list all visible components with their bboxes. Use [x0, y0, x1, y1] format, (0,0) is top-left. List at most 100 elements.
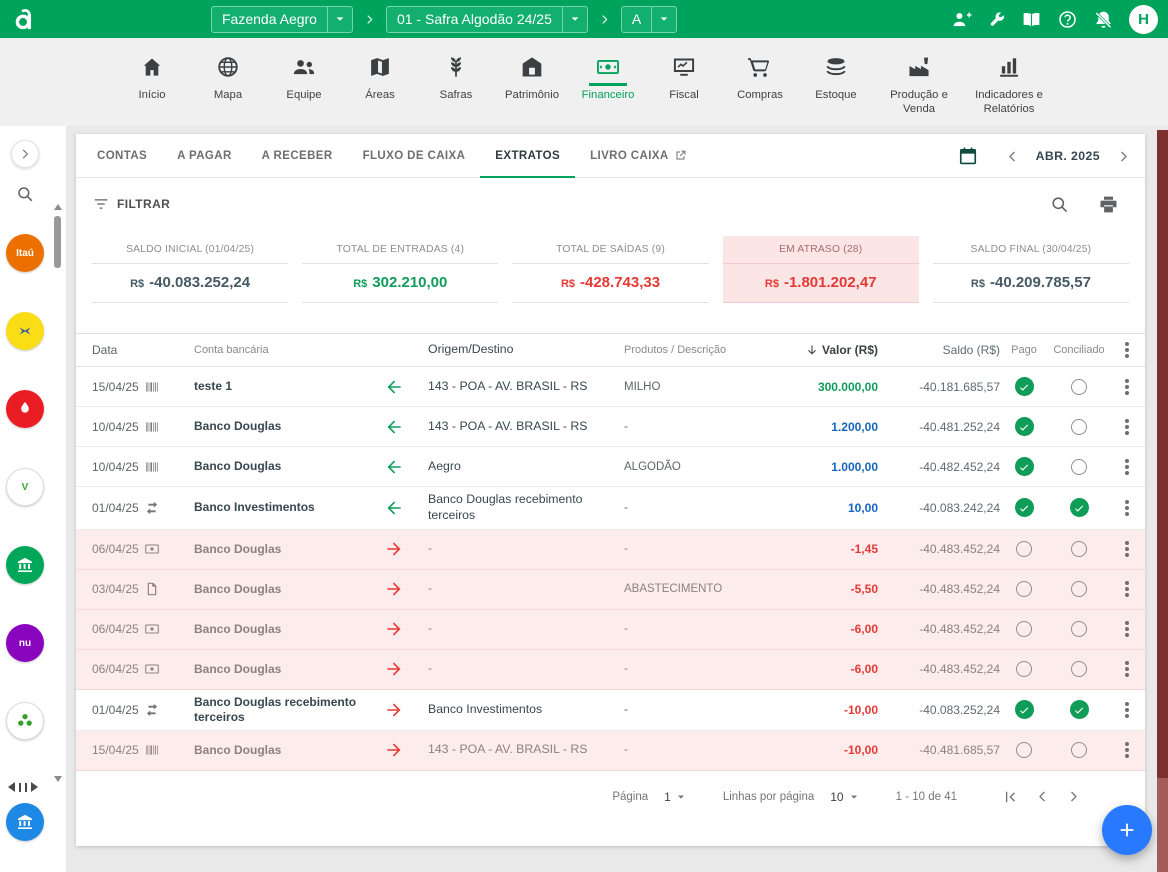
caret-down-icon[interactable] [562, 7, 587, 32]
row-menu-button[interactable] [1110, 492, 1144, 524]
previous-page-button[interactable] [1035, 789, 1050, 804]
paid-unchecked-icon[interactable] [1016, 742, 1032, 758]
paid-unchecked-icon[interactable] [1016, 661, 1032, 677]
caret-down-icon[interactable] [327, 7, 352, 32]
farm-selector[interactable]: Fazenda Aegro [211, 6, 353, 33]
bank-item-viacredi[interactable]: V [6, 468, 44, 506]
nav-item-areas[interactable]: Áreas [343, 51, 417, 126]
nav-item-fiscal[interactable]: Fiscal [647, 51, 721, 126]
print-button[interactable] [1098, 194, 1119, 215]
nav-item-safras[interactable]: Safras [419, 51, 493, 126]
table-row[interactable]: 01/04/25Banco InvestimentosBanco Douglas… [76, 487, 1145, 530]
tools-wrench-button[interactable] [987, 10, 1006, 29]
tab-a-pagar[interactable]: A PAGAR [162, 134, 247, 177]
paid-unchecked-icon[interactable] [1016, 621, 1032, 637]
paid-check-icon[interactable] [1015, 457, 1034, 476]
page-right-button[interactable] [31, 782, 38, 792]
paid-unchecked-icon[interactable] [1016, 541, 1032, 557]
column-header-origem[interactable]: Origem/Destino [412, 342, 624, 358]
tab-a-receber[interactable]: A RECEBER [247, 134, 348, 177]
table-row[interactable]: 10/04/25Banco DouglasAegroALGODÃO1.000,0… [76, 447, 1145, 487]
bank-item-banco-azul[interactable] [6, 803, 44, 841]
tab-livro-caixa[interactable]: LIVRO CAIXA [575, 134, 702, 177]
scroll-up-icon[interactable] [54, 204, 62, 210]
paid-unchecked-icon[interactable] [1016, 581, 1032, 597]
paid-check-icon[interactable] [1015, 377, 1034, 396]
search-button[interactable] [1049, 194, 1070, 215]
reconciled-unchecked-icon[interactable] [1071, 661, 1087, 677]
row-menu-button[interactable] [1110, 695, 1144, 725]
row-menu-button[interactable] [1110, 736, 1144, 765]
row-menu-button[interactable] [1110, 615, 1144, 644]
sort-descending-icon[interactable] [805, 343, 819, 357]
reconciled-unchecked-icon[interactable] [1071, 621, 1087, 637]
next-month-button[interactable] [1116, 149, 1131, 164]
user-avatar[interactable]: H [1129, 5, 1158, 34]
nav-item-equipe[interactable]: Equipe [267, 51, 341, 126]
knowledge-book-button[interactable] [1021, 9, 1042, 30]
bank-item-itau[interactable]: Itaú [6, 234, 44, 272]
field-selector[interactable]: A [621, 6, 677, 33]
header-menu-button[interactable] [1110, 334, 1144, 366]
reconciled-check-icon[interactable] [1070, 498, 1089, 517]
reconciled-unchecked-icon[interactable] [1071, 581, 1087, 597]
table-row[interactable]: 06/04/25Banco Douglas---1,45-40.483.452,… [76, 530, 1145, 570]
nav-item-compras[interactable]: Compras [723, 51, 797, 126]
bank-item-nubank[interactable]: nu [6, 624, 44, 662]
bank-item-banco-do-brasil[interactable] [6, 312, 44, 350]
first-page-button[interactable] [1001, 788, 1019, 806]
table-row[interactable]: 15/04/25teste 1143 - POA - AV. BRASIL - … [76, 367, 1145, 407]
page-left-button[interactable] [8, 782, 15, 792]
season-selector[interactable]: 01 - Safra Algodão 24/25 [386, 6, 588, 33]
column-header-valor[interactable]: Valor (R$) [764, 343, 878, 357]
table-row[interactable]: 06/04/25Banco Douglas---6,00-40.483.452,… [76, 610, 1145, 650]
rows-per-page-select[interactable]: 10 [830, 789, 861, 805]
reconciled-check-icon[interactable] [1070, 700, 1089, 719]
table-row[interactable]: 03/04/25Banco Douglas-ABASTECIMENTO-5,50… [76, 570, 1145, 610]
sidebar-expand-button[interactable] [11, 140, 39, 168]
row-menu-button[interactable] [1110, 575, 1144, 604]
bank-item-sicredi[interactable] [6, 702, 44, 740]
table-row[interactable]: 15/04/25Banco Douglas143 - POA - AV. BRA… [76, 731, 1145, 771]
column-header-conta[interactable]: Conta bancária [194, 344, 376, 356]
sidebar-search-button[interactable] [15, 184, 35, 204]
reconciled-unchecked-icon[interactable] [1071, 459, 1087, 475]
page-select[interactable]: 1 [664, 789, 689, 805]
column-header-saldo[interactable]: Saldo (R$) [878, 343, 1000, 357]
row-menu-button[interactable] [1110, 655, 1144, 684]
column-header-pago[interactable]: Pago [1000, 344, 1048, 356]
table-row[interactable]: 01/04/25Banco Douglas recebimento tercei… [76, 690, 1145, 731]
main-scrollbar[interactable] [1157, 130, 1168, 872]
tab-contas[interactable]: CONTAS [82, 134, 162, 177]
row-menu-button[interactable] [1110, 452, 1144, 481]
scrollbar-thumb[interactable] [54, 216, 61, 268]
add-transaction-fab[interactable] [1102, 805, 1152, 855]
table-row[interactable]: 10/04/25Banco Douglas143 - POA - AV. BRA… [76, 407, 1145, 447]
nav-item-financeiro[interactable]: Financeiro [571, 51, 645, 126]
paid-check-icon[interactable] [1015, 417, 1034, 436]
nav-item-inicio[interactable]: Início [115, 51, 189, 126]
column-header-conciliado[interactable]: Conciliado [1048, 344, 1110, 356]
paid-check-icon[interactable] [1015, 498, 1034, 517]
table-row[interactable]: 06/04/25Banco Douglas---6,00-40.483.452,… [76, 650, 1145, 690]
reconciled-unchecked-icon[interactable] [1071, 541, 1087, 557]
notifications-muted-button[interactable] [1093, 9, 1114, 30]
invite-user-button[interactable] [951, 9, 972, 30]
nav-item-patrimonio[interactable]: Patrimônio [495, 51, 569, 126]
next-page-button[interactable] [1066, 789, 1081, 804]
nav-item-estoque[interactable]: Estoque [799, 51, 873, 126]
bank-item-santander[interactable] [6, 390, 44, 428]
tab-fluxo-de-caixa[interactable]: FLUXO DE CAIXA [348, 134, 481, 177]
help-button[interactable] [1057, 9, 1078, 30]
filter-button[interactable]: FILTRAR [92, 195, 170, 213]
reconciled-unchecked-icon[interactable] [1071, 742, 1087, 758]
caret-down-icon[interactable] [651, 7, 676, 32]
reconciled-unchecked-icon[interactable] [1071, 379, 1087, 395]
aegro-logo-icon[interactable] [12, 6, 39, 33]
paid-check-icon[interactable] [1015, 700, 1034, 719]
nav-item-indicadores-e-relatorios[interactable]: Indicadores e Relatórios [965, 51, 1053, 126]
column-header-produtos[interactable]: Produtos / Descrição [624, 344, 764, 356]
previous-month-button[interactable] [1005, 149, 1020, 164]
nav-item-producao-e-venda[interactable]: Produção e Venda [875, 51, 963, 126]
scrollbar-thumb[interactable] [1157, 130, 1168, 778]
